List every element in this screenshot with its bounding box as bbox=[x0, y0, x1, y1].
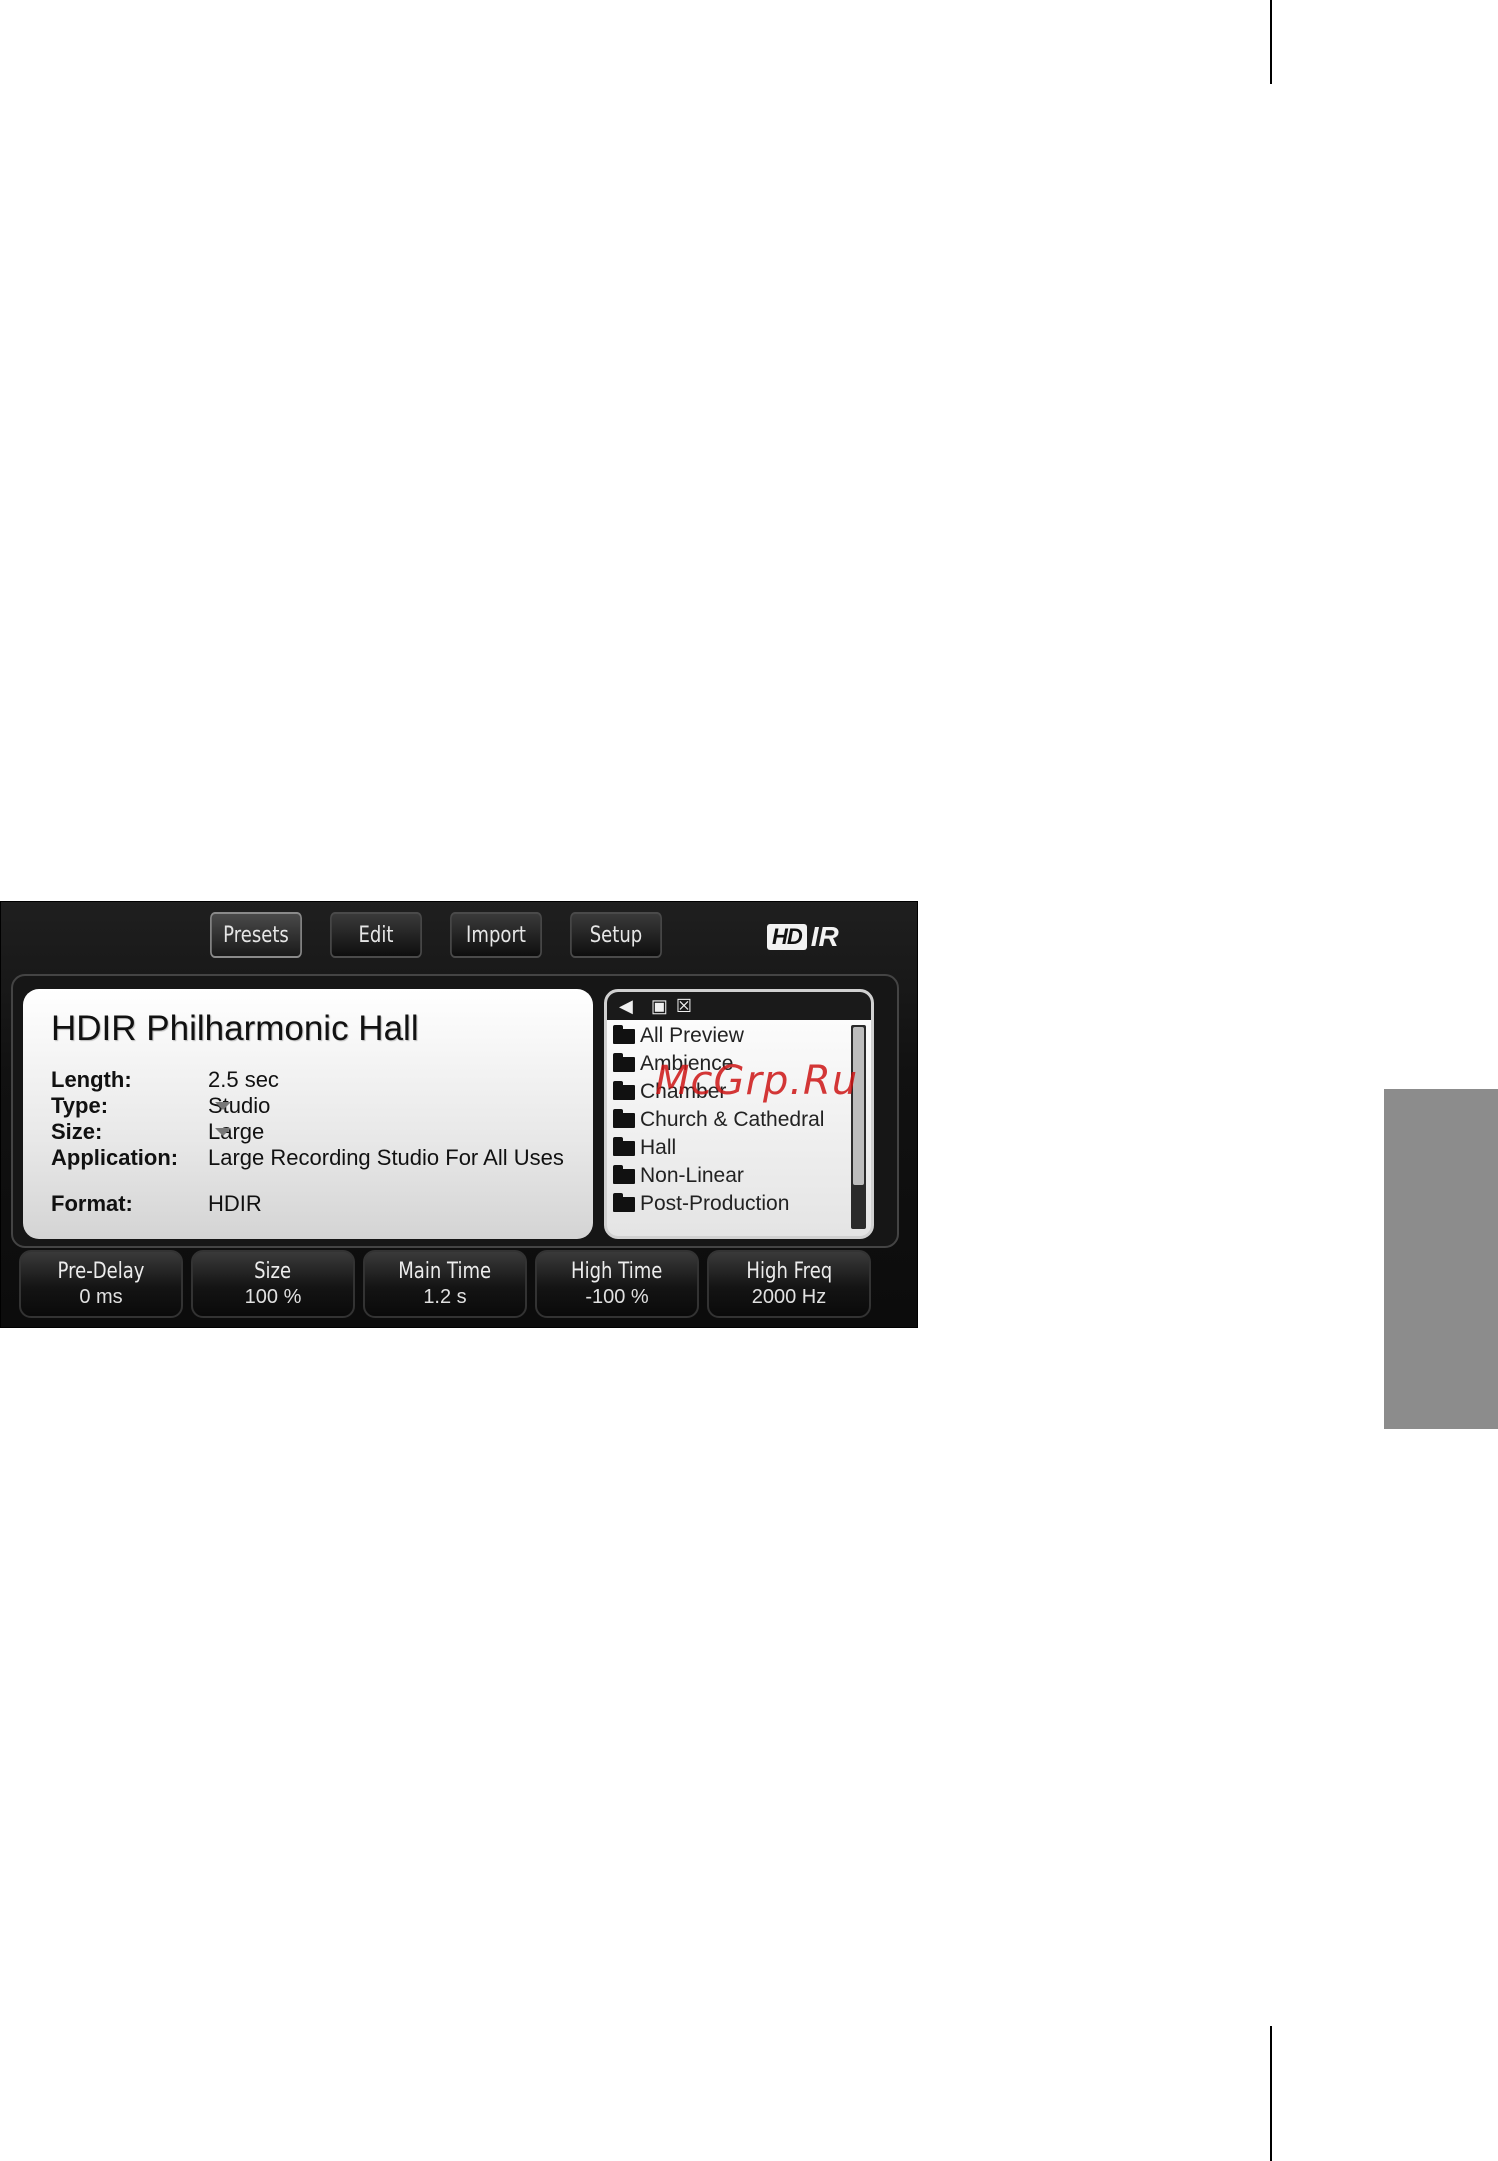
scrollbar-thumb[interactable] bbox=[853, 1027, 864, 1185]
size-row: Size: Large bbox=[51, 1119, 264, 1145]
folder-icon bbox=[613, 1024, 635, 1044]
crop-mark-bottom bbox=[1270, 2026, 1272, 2161]
folder-hall[interactable]: Hall bbox=[613, 1134, 847, 1162]
back-icon[interactable]: ◀ bbox=[619, 997, 633, 1015]
page-side-tab bbox=[1384, 1089, 1498, 1429]
folder-list: All Preview Ambience Chamber Church & Ca… bbox=[613, 1022, 847, 1218]
browser-scrollbar[interactable] bbox=[851, 1025, 866, 1229]
tab-setup[interactable]: Setup bbox=[570, 912, 662, 958]
param-value: -100 % bbox=[585, 1286, 649, 1308]
folder-icon bbox=[613, 1080, 635, 1100]
param-value: 1.2 s bbox=[423, 1286, 467, 1308]
folder-label: All Preview bbox=[640, 1024, 744, 1047]
param-main-time[interactable]: Main Time 1.2 s bbox=[363, 1250, 527, 1318]
format-row: Format: HDIR bbox=[51, 1191, 262, 1217]
param-name: Main Time bbox=[398, 1259, 492, 1284]
param-high-freq[interactable]: High Freq 2000 Hz bbox=[707, 1250, 871, 1318]
crop-mark-top bbox=[1270, 0, 1272, 84]
param-value: 0 ms bbox=[79, 1286, 123, 1308]
type-dropdown-arrow-icon[interactable] bbox=[215, 1102, 231, 1110]
type-row: Type: Studio bbox=[51, 1093, 270, 1119]
folder-church-cathedral[interactable]: Church & Cathedral bbox=[613, 1106, 847, 1134]
folder-all-preview[interactable]: All Preview bbox=[613, 1022, 847, 1050]
folder-icon bbox=[613, 1108, 635, 1128]
logo-ir: IR bbox=[810, 921, 839, 952]
length-row: Length: 2.5 sec bbox=[51, 1067, 279, 1093]
hdir-logo: HD IR bbox=[767, 920, 839, 954]
preset-browser: ◀ ▣ ☒ All Preview Ambience Chamber Churc… bbox=[604, 989, 874, 1239]
folder-post-production[interactable]: Post-Production bbox=[613, 1190, 847, 1218]
logo-hd: HD bbox=[767, 924, 807, 950]
param-name: Size bbox=[254, 1259, 292, 1284]
size-dropdown-arrow-icon[interactable] bbox=[215, 1128, 231, 1136]
length-label: Length: bbox=[51, 1067, 132, 1092]
tab-import[interactable]: Import bbox=[450, 912, 542, 958]
type-label: Type: bbox=[51, 1093, 109, 1118]
tab-bar: Presets Edit Import Setup bbox=[200, 912, 672, 958]
delete-icon[interactable]: ☒ bbox=[676, 997, 692, 1015]
param-high-time[interactable]: High Time -100 % bbox=[535, 1250, 699, 1318]
save-icon[interactable]: ▣ bbox=[651, 997, 668, 1015]
format-label: Format: bbox=[51, 1191, 133, 1216]
preset-info-panel: HDIR Philharmonic Hall Length: 2.5 sec T… bbox=[23, 989, 593, 1239]
size-label: Size: bbox=[51, 1119, 103, 1144]
folder-label: Church & Cathedral bbox=[640, 1108, 825, 1131]
parameter-bar: Pre-Delay 0 ms Size 100 % Main Time 1.2 … bbox=[19, 1250, 871, 1318]
application-value: Large Recording Studio For All Uses bbox=[208, 1145, 564, 1170]
folder-label: Post-Production bbox=[640, 1192, 790, 1215]
folder-icon bbox=[613, 1164, 635, 1184]
folder-label: Non-Linear bbox=[640, 1164, 744, 1187]
param-value: 2000 Hz bbox=[751, 1286, 827, 1308]
folder-label: Hall bbox=[640, 1136, 677, 1159]
browser-toolbar: ◀ ▣ ☒ bbox=[607, 992, 871, 1020]
param-value: 100 % bbox=[244, 1286, 302, 1308]
tab-presets[interactable]: Presets bbox=[210, 912, 302, 958]
format-value: HDIR bbox=[208, 1191, 262, 1216]
reverb-plugin-window: Presets Edit Import Setup HD IR HDIR Phi… bbox=[0, 901, 918, 1328]
watermark: McGrp.Ru bbox=[655, 1058, 859, 1104]
folder-icon bbox=[613, 1136, 635, 1156]
tab-edit[interactable]: Edit bbox=[330, 912, 422, 958]
application-row: Application: Large Recording Studio For … bbox=[51, 1145, 564, 1171]
param-name: Pre-Delay bbox=[57, 1259, 145, 1284]
param-size[interactable]: Size 100 % bbox=[191, 1250, 355, 1318]
preset-title: HDIR Philharmonic Hall bbox=[51, 1009, 419, 1048]
folder-icon bbox=[613, 1052, 635, 1072]
param-name: High Time bbox=[571, 1259, 663, 1284]
folder-non-linear[interactable]: Non-Linear bbox=[613, 1162, 847, 1190]
param-pre-delay[interactable]: Pre-Delay 0 ms bbox=[19, 1250, 183, 1318]
folder-icon bbox=[613, 1192, 635, 1212]
application-label: Application: bbox=[51, 1145, 179, 1170]
param-name: High Freq bbox=[746, 1259, 832, 1284]
length-value: 2.5 sec bbox=[208, 1067, 279, 1092]
